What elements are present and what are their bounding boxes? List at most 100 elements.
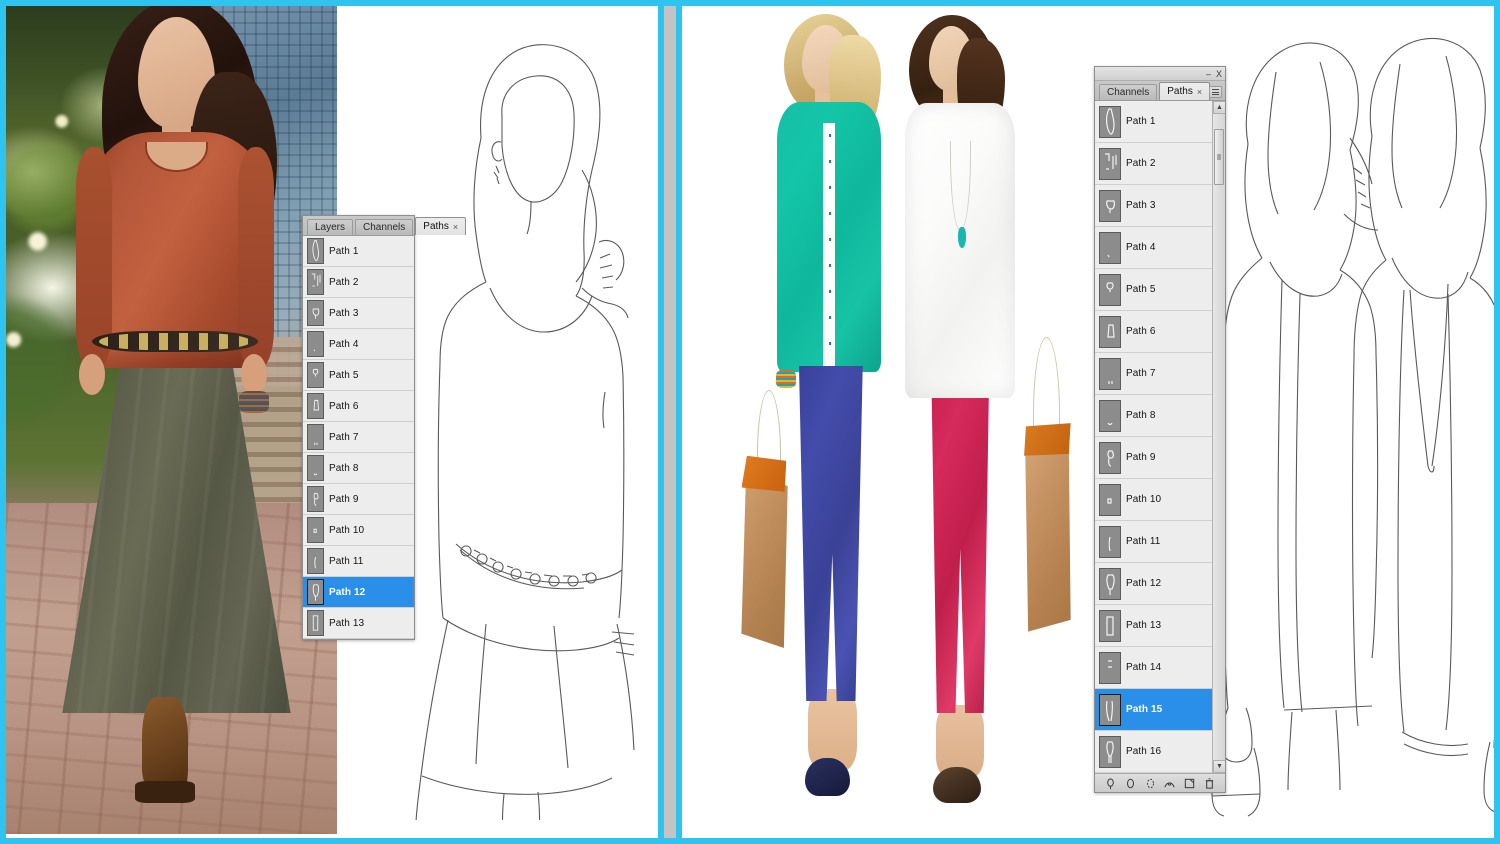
- path-row[interactable]: Path 5: [303, 360, 414, 391]
- paths-panel-left[interactable]: Layers Channels Paths × Path 1 Path 2 Path 3 P…: [302, 215, 467, 640]
- path-row[interactable]: Path 2: [303, 267, 414, 298]
- path-thumbnail: [307, 300, 324, 326]
- tab-paths-right[interactable]: Paths ×: [1159, 82, 1211, 100]
- path-row[interactable]: Path 6: [303, 391, 414, 422]
- path-name-label: Path 4: [329, 338, 359, 350]
- path-name-label: Path 9: [329, 493, 359, 505]
- path-row[interactable]: Path 13: [1095, 605, 1225, 647]
- path-thumbnail: [307, 517, 324, 543]
- minimize-button[interactable]: –: [1206, 69, 1211, 79]
- path-row[interactable]: Path 6: [1095, 311, 1225, 353]
- path-thumbnail: [1099, 525, 1121, 558]
- path-name-label: Path 13: [329, 617, 365, 629]
- path-row[interactable]: Path 16: [1095, 731, 1225, 773]
- path-name-label: Path 12: [329, 586, 366, 598]
- fill-path-with-foreground-icon[interactable]: [1104, 777, 1117, 790]
- path-thumbnail: [1099, 735, 1121, 768]
- model-a-shoes: [805, 758, 850, 797]
- left-clipping-path-outline: [386, 20, 654, 820]
- path-row[interactable]: Path 2: [1095, 143, 1225, 185]
- path-name-label: Path 14: [1126, 662, 1162, 673]
- model-bracelets: [239, 391, 270, 413]
- tab-label: Paths: [423, 221, 449, 232]
- path-name-label: Path 10: [1126, 494, 1162, 505]
- path-name-label: Path 10: [329, 524, 365, 536]
- path-name-label: Path 12: [1126, 578, 1162, 589]
- path-name-label: Path 16: [1126, 746, 1162, 757]
- model-a-teal-cardigan: [777, 101, 881, 372]
- path-row[interactable]: Path 11: [1095, 521, 1225, 563]
- model-b-pendant: [957, 226, 967, 249]
- path-row[interactable]: Path 3: [1095, 185, 1225, 227]
- tab-close-icon[interactable]: ×: [453, 222, 458, 232]
- path-row[interactable]: Path 4: [1095, 227, 1225, 269]
- tab-label: Channels: [363, 222, 406, 233]
- make-work-path-from-selection-icon[interactable]: [1163, 777, 1176, 790]
- path-row[interactable]: Path 11: [303, 546, 414, 577]
- path-row[interactable]: Path 8: [303, 453, 414, 484]
- path-name-label: Path 4: [1126, 242, 1156, 253]
- path-row[interactable]: Path 5: [1095, 269, 1225, 311]
- path-row[interactable]: Path 9: [1095, 437, 1225, 479]
- paths-panel-right[interactable]: – X Channels Paths × Path 1 Path 2 Path 3 Path…: [1094, 66, 1226, 793]
- model-b-shoes: [932, 766, 981, 803]
- load-path-as-selection-icon[interactable]: [1144, 777, 1157, 790]
- path-thumbnail: [307, 455, 324, 481]
- path-name-label: Path 2: [1126, 158, 1156, 169]
- paths-scrollbar[interactable]: ▲ ▼: [1212, 101, 1225, 773]
- path-row[interactable]: Path 9: [303, 484, 414, 515]
- tab-layers-left[interactable]: Layers: [307, 219, 354, 235]
- scroll-down-arrow-icon[interactable]: ▼: [1213, 760, 1225, 773]
- path-row[interactable]: Path 10: [303, 515, 414, 546]
- path-thumbnail: [1099, 441, 1121, 474]
- path-row[interactable]: Path 13: [303, 608, 414, 639]
- paths-panel-footer[interactable]: [1095, 773, 1225, 792]
- path-name-label: Path 15: [1126, 704, 1163, 715]
- path-name-label: Path 6: [1126, 326, 1156, 337]
- path-row[interactable]: Path 12: [303, 577, 414, 608]
- panel-tabs-left: Layers Channels Paths ×: [303, 216, 467, 236]
- path-thumbnail: [307, 579, 324, 605]
- stroke-path-with-brush-icon[interactable]: [1124, 777, 1137, 790]
- tab-label: Layers: [315, 222, 346, 233]
- model-a-bag-tissue: [741, 455, 787, 492]
- path-thumbnail: [1099, 693, 1121, 726]
- panel-menu-icon[interactable]: [1209, 86, 1222, 98]
- path-thumbnail: [1099, 609, 1121, 642]
- paths-list-right[interactable]: Path 1 Path 2 Path 3 Path 4 Path 5 Path 6 Path…: [1095, 101, 1225, 773]
- close-button[interactable]: X: [1216, 69, 1222, 79]
- tab-paths-left[interactable]: Paths ×: [415, 217, 467, 235]
- path-row[interactable]: Path 4: [303, 329, 414, 360]
- scroll-up-arrow-icon[interactable]: ▲: [1213, 101, 1225, 114]
- tab-channels-right[interactable]: Channels: [1099, 84, 1158, 100]
- path-name-label: Path 9: [1126, 452, 1156, 463]
- scrollbar-thumb[interactable]: [1214, 129, 1224, 185]
- path-row[interactable]: Path 15: [1095, 689, 1225, 731]
- path-thumbnail: [1099, 399, 1121, 432]
- window-buttons: – X: [1206, 67, 1222, 81]
- path-row[interactable]: Path 7: [1095, 353, 1225, 395]
- right-clipping-path-outline: [1196, 18, 1494, 822]
- path-name-label: Path 1: [1126, 116, 1156, 127]
- tab-close-icon[interactable]: ×: [1197, 87, 1202, 97]
- path-thumbnail: [307, 269, 324, 295]
- model-a-blue-pants: [798, 365, 863, 702]
- path-row[interactable]: Path 12: [1095, 563, 1225, 605]
- path-row[interactable]: Path 1: [303, 236, 414, 267]
- path-row[interactable]: Path 7: [303, 422, 414, 453]
- model-b-shopping-bag: [1025, 435, 1071, 632]
- path-row[interactable]: Path 3: [303, 298, 414, 329]
- paths-list-left[interactable]: Path 1 Path 2 Path 3 Path 4 Path 5 Path 6 Path…: [303, 236, 414, 639]
- model-studded-belt: [92, 330, 258, 353]
- path-row[interactable]: Path 14: [1095, 647, 1225, 689]
- path-thumbnail: [307, 548, 324, 574]
- path-name-label: Path 13: [1126, 620, 1162, 631]
- path-row[interactable]: Path 1: [1095, 101, 1225, 143]
- pane-divider: [654, 6, 686, 838]
- divider-cyan-right: [676, 6, 682, 838]
- tab-channels-left[interactable]: Channels: [355, 219, 414, 235]
- delete-current-path-icon[interactable]: [1203, 777, 1216, 790]
- create-new-path-icon[interactable]: [1183, 777, 1196, 790]
- path-row[interactable]: Path 10: [1095, 479, 1225, 521]
- path-row[interactable]: Path 8: [1095, 395, 1225, 437]
